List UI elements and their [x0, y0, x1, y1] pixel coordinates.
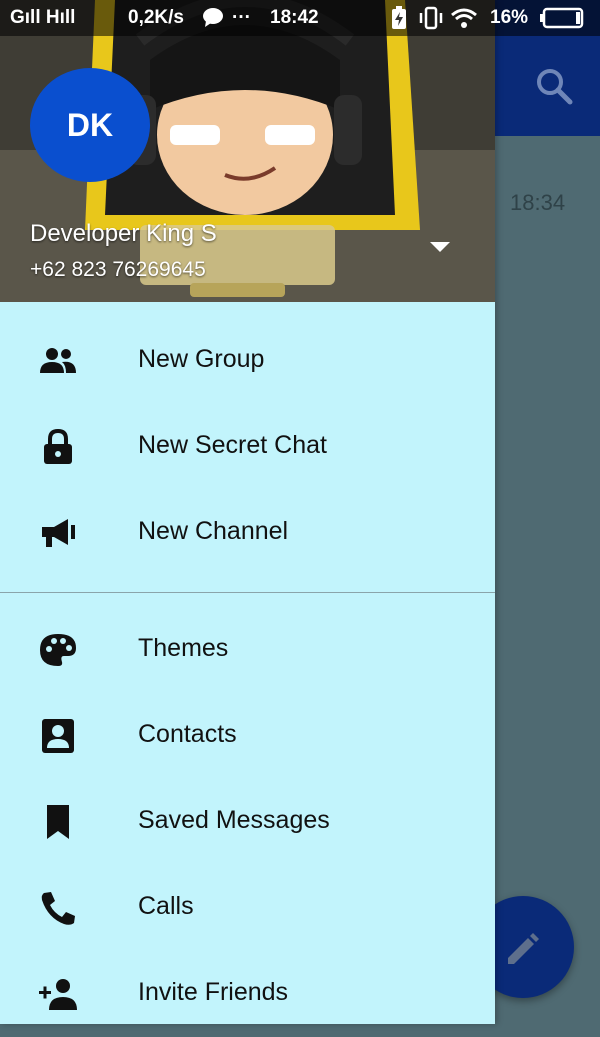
chat-time: 18:34: [510, 190, 566, 215]
menu-label: Saved Messages: [138, 806, 330, 834]
menu-item-saved-messages[interactable]: Saved Messages: [0, 779, 495, 865]
menu-label: Calls: [138, 892, 194, 920]
contact-card-icon: [42, 719, 74, 753]
group-icon: [40, 348, 76, 373]
pencil-icon: [508, 933, 539, 964]
search-icon[interactable]: [532, 64, 576, 108]
megaphone-icon: [42, 519, 75, 547]
menu-item-contacts[interactable]: Contacts: [0, 693, 495, 779]
drawer-menu: New Group New Secret Chat New Channel Th…: [0, 302, 495, 1037]
menu-item-new-channel[interactable]: New Channel: [0, 490, 495, 576]
menu-item-calls[interactable]: Calls: [0, 865, 495, 951]
battery-icon: [540, 7, 586, 35]
palette-icon: [40, 634, 76, 666]
avatar[interactable]: DK: [30, 68, 150, 182]
menu-label: New Channel: [138, 517, 289, 545]
menu-divider: [0, 592, 495, 593]
battery-saver-icon: [390, 6, 408, 36]
chat-bubble-icon: [202, 6, 224, 34]
drawer-header: DK Developer King S +62 823 76269645: [0, 0, 495, 302]
network-speed: 0,2K/s: [128, 7, 184, 28]
bookmark-icon: [47, 805, 69, 839]
vibrate-icon: [418, 6, 444, 36]
menu-label: Themes: [138, 634, 229, 662]
menu-item-new-secret-chat[interactable]: New Secret Chat: [0, 404, 495, 490]
phone-icon: [41, 892, 75, 925]
user-name: Developer King S: [30, 220, 217, 247]
lock-icon: [44, 429, 72, 464]
chevron-down-icon[interactable]: [428, 240, 452, 254]
menu-label: Contacts: [138, 720, 237, 748]
menu-label: New Group: [138, 345, 265, 373]
navigation-drawer: DK Developer King S +62 823 76269645 New…: [0, 0, 495, 1024]
menu-item-themes[interactable]: Themes: [0, 607, 495, 693]
status-bar: Gıll Hıll 0,2K/s ··· 18:42 16%: [0, 0, 600, 36]
user-phone: +62 823 76269645: [30, 258, 206, 281]
menu-label: New Secret Chat: [138, 431, 327, 459]
menu-item-invite-friends[interactable]: Invite Friends: [0, 951, 495, 1037]
menu-label: Invite Friends: [138, 978, 289, 1006]
status-time: 18:42: [270, 7, 319, 28]
add-person-icon: [39, 979, 77, 1010]
signal-indicator: Gıll Hıll: [10, 7, 76, 28]
wifi-icon: [450, 6, 478, 36]
more-dots: ···: [232, 7, 251, 28]
battery-percent: 16%: [490, 7, 529, 28]
menu-item-new-group[interactable]: New Group: [0, 318, 495, 404]
